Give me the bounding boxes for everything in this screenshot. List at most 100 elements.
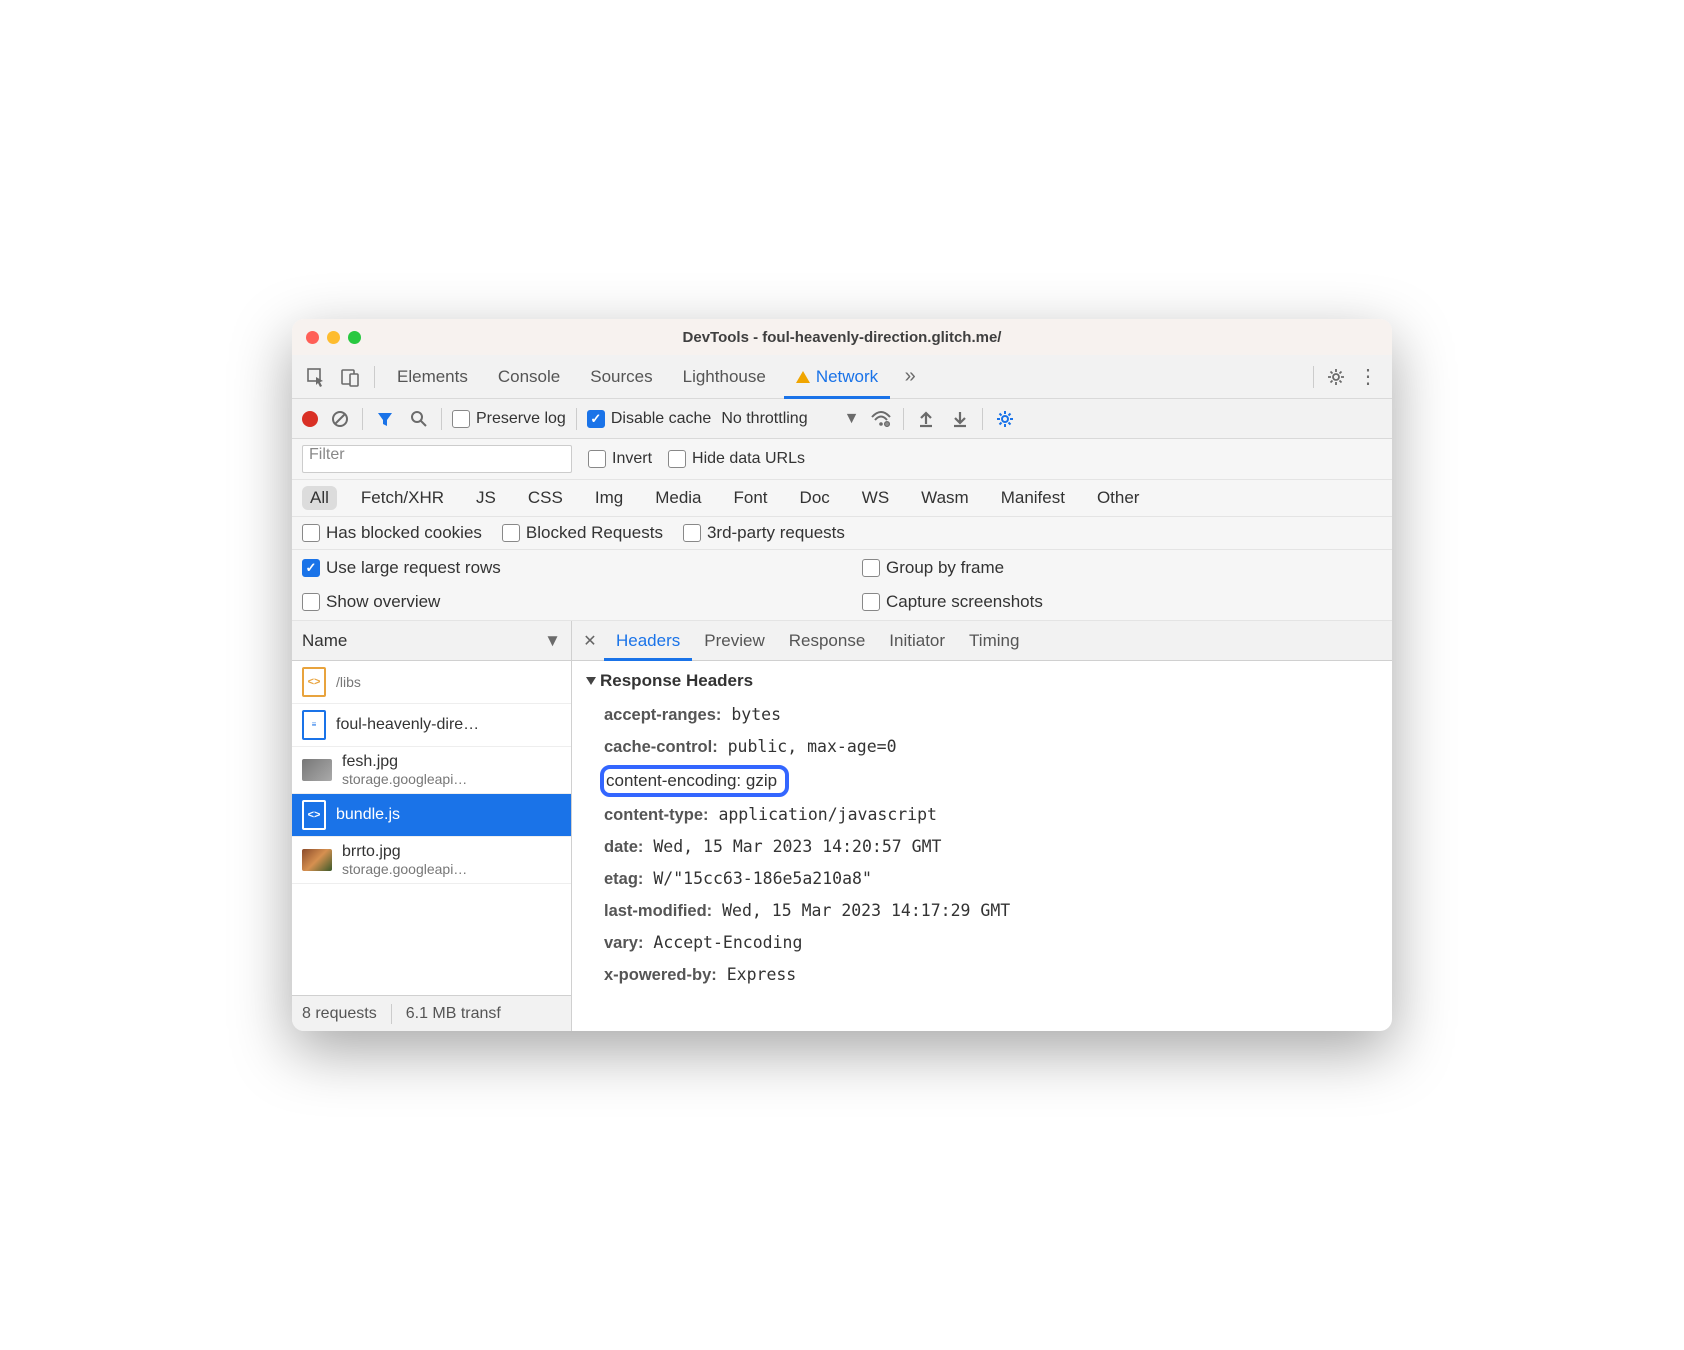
request-subtext: /libs <box>336 674 361 690</box>
tab-console[interactable]: Console <box>486 355 572 399</box>
header-line: date: Wed, 15 Mar 2023 14:20:57 GMT <box>586 831 1378 863</box>
device-toolbar-icon[interactable] <box>336 363 364 391</box>
detail-tab-initiator[interactable]: Initiator <box>877 621 957 661</box>
header-value: gzip <box>746 771 777 790</box>
large-rows-checkbox[interactable]: Use large request rows <box>302 558 822 578</box>
third-party-label: 3rd-party requests <box>707 523 845 543</box>
preserve-log-checkbox[interactable]: Preserve log <box>452 410 566 428</box>
kebab-menu-icon[interactable]: ⋮ <box>1354 363 1382 391</box>
settings-icon[interactable] <box>1322 363 1350 391</box>
requests-header[interactable]: Name ▼ <box>292 621 571 661</box>
group-frame-label: Group by frame <box>886 558 1004 578</box>
blocked-cookies-checkbox[interactable]: Has blocked cookies <box>302 523 482 543</box>
record-icon[interactable] <box>302 411 318 427</box>
header-key: x-powered-by: <box>604 966 717 984</box>
tab-network[interactable]: Network <box>784 355 890 399</box>
throttling-value: No throttling <box>721 410 807 428</box>
screenshots-checkbox[interactable]: Capture screenshots <box>862 592 1382 612</box>
request-name: bundle.js <box>336 806 400 824</box>
large-rows-label: Use large request rows <box>326 558 501 578</box>
screenshots-label: Capture screenshots <box>886 592 1043 612</box>
disable-cache-checkbox[interactable]: Disable cache <box>587 410 712 428</box>
header-value: bytes <box>731 705 781 724</box>
header-value: Express <box>727 965 797 984</box>
detail-tab-timing[interactable]: Timing <box>957 621 1031 661</box>
type-filter-img[interactable]: Img <box>587 486 631 510</box>
header-key: date: <box>604 838 643 856</box>
type-filter-manifest[interactable]: Manifest <box>993 486 1073 510</box>
document-file-icon: ≡ <box>302 710 326 740</box>
type-filter-font[interactable]: Font <box>726 486 776 510</box>
blocked-requests-checkbox[interactable]: Blocked Requests <box>502 523 663 543</box>
throttling-select[interactable]: No throttling ▼ <box>721 410 859 428</box>
type-filter-media[interactable]: Media <box>647 486 709 510</box>
request-row[interactable]: fesh.jpgstorage.googleapi… <box>292 747 571 794</box>
filter-icon[interactable] <box>373 407 397 431</box>
filter-row: Filter Invert Hide data URLs <box>292 439 1392 480</box>
search-icon[interactable] <box>407 407 431 431</box>
status-requests: 8 requests <box>302 1005 377 1023</box>
detail-tab-preview[interactable]: Preview <box>692 621 776 661</box>
type-filter-doc[interactable]: Doc <box>792 486 838 510</box>
request-row[interactable]: ≡foul-heavenly-dire… <box>292 704 571 747</box>
type-filter-wasm[interactable]: Wasm <box>913 486 977 510</box>
request-subtext: storage.googleapi… <box>342 861 467 877</box>
inspect-element-icon[interactable] <box>302 363 330 391</box>
type-filter-all[interactable]: All <box>302 486 337 510</box>
type-filter-other[interactable]: Other <box>1089 486 1148 510</box>
download-har-icon[interactable] <box>948 407 972 431</box>
header-value: application/javascript <box>718 805 937 824</box>
type-filter-ws[interactable]: WS <box>854 486 897 510</box>
close-detail-icon[interactable]: ✕ <box>580 631 600 651</box>
network-settings-icon[interactable] <box>993 407 1017 431</box>
disable-cache-label: Disable cache <box>611 410 712 428</box>
devtools-window: DevTools - foul-heavenly-direction.glitc… <box>292 319 1392 1031</box>
hide-data-urls-checkbox[interactable]: Hide data URLs <box>668 450 805 468</box>
tab-sources[interactable]: Sources <box>578 355 664 399</box>
hide-data-label: Hide data URLs <box>692 450 805 468</box>
status-bar: 8 requests 6.1 MB transf <box>292 995 571 1031</box>
request-row[interactable]: <>/libs <box>292 661 571 704</box>
checkbox-icon <box>862 559 880 577</box>
header-value: Wed, 15 Mar 2023 14:17:29 GMT <box>722 901 1010 920</box>
response-headers-section[interactable]: Response Headers <box>586 671 1378 691</box>
separator <box>391 1004 392 1024</box>
checkbox-checked-icon <box>587 410 605 428</box>
request-row[interactable]: <>bundle.js <box>292 794 571 837</box>
warning-icon <box>796 371 810 383</box>
options-row: Use large request rows Show overview Gro… <box>292 550 1392 621</box>
header-line: content-type: application/javascript <box>586 799 1378 831</box>
header-key: last-modified: <box>604 902 712 920</box>
third-party-checkbox[interactable]: 3rd-party requests <box>683 523 845 543</box>
detail-tab-headers[interactable]: Headers <box>604 621 692 661</box>
invert-checkbox[interactable]: Invert <box>588 450 652 468</box>
upload-har-icon[interactable] <box>914 407 938 431</box>
filter-input[interactable]: Filter <box>302 445 572 473</box>
request-text: fesh.jpgstorage.googleapi… <box>342 753 467 787</box>
network-toolbar: Preserve log Disable cache No throttling… <box>292 399 1392 439</box>
header-line: last-modified: Wed, 15 Mar 2023 14:17:29… <box>586 895 1378 927</box>
header-line: vary: Accept-Encoding <box>586 927 1378 959</box>
type-filter-css[interactable]: CSS <box>520 486 571 510</box>
group-frame-checkbox[interactable]: Group by frame <box>862 558 1382 578</box>
tab-lighthouse[interactable]: Lighthouse <box>671 355 778 399</box>
separator <box>441 408 442 430</box>
header-value: Accept-Encoding <box>653 933 802 952</box>
type-filter-js[interactable]: JS <box>468 486 504 510</box>
clear-icon[interactable] <box>328 407 352 431</box>
detail-tabs: ✕ HeadersPreviewResponseInitiatorTiming <box>572 621 1392 661</box>
type-filter-fetchxhr[interactable]: Fetch/XHR <box>353 486 452 510</box>
tab-network-label: Network <box>816 367 878 387</box>
separator <box>362 408 363 430</box>
tab-elements[interactable]: Elements <box>385 355 480 399</box>
show-overview-checkbox[interactable]: Show overview <box>302 592 822 612</box>
network-conditions-icon[interactable] <box>869 407 893 431</box>
more-tabs-icon[interactable]: » <box>896 363 924 391</box>
request-checks-row: Has blocked cookies Blocked Requests 3rd… <box>292 517 1392 550</box>
separator <box>1313 366 1314 388</box>
chevron-down-icon: ▼ <box>544 631 561 651</box>
checkbox-icon <box>862 593 880 611</box>
detail-tab-response[interactable]: Response <box>777 621 878 661</box>
checkbox-icon <box>302 593 320 611</box>
request-row[interactable]: brrto.jpgstorage.googleapi… <box>292 837 571 884</box>
